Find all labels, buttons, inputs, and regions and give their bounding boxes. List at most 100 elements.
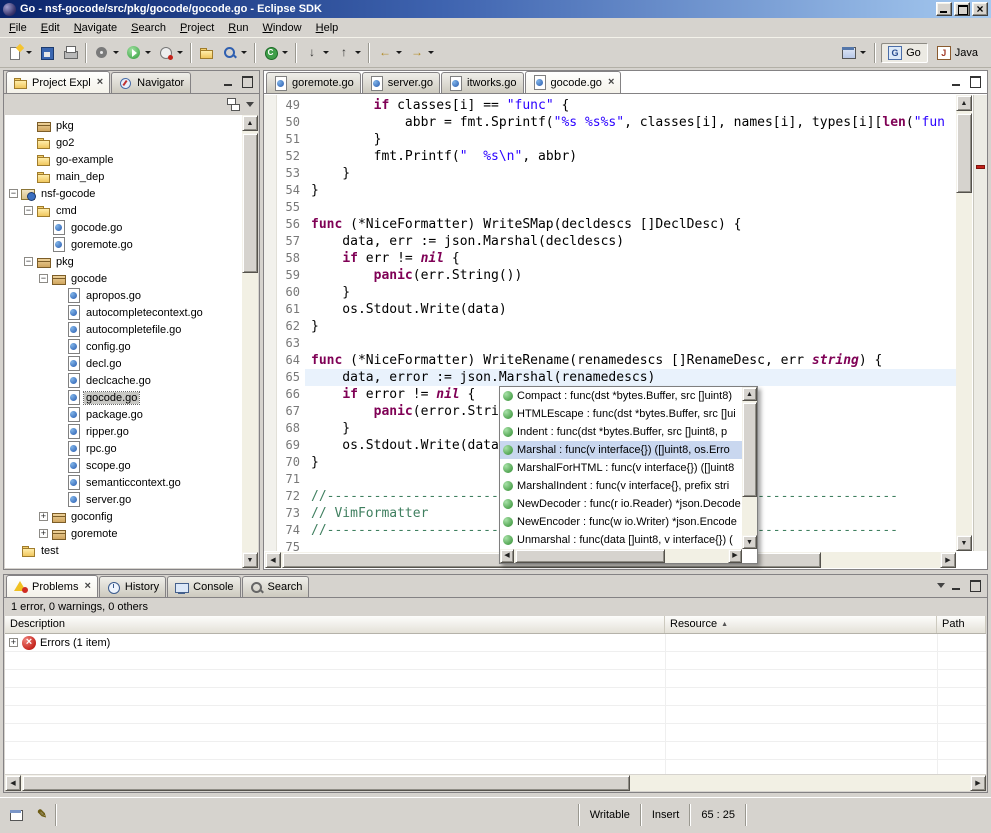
tree-item-nsf-gocode[interactable]: −nsf-gocode (5, 185, 242, 202)
scroll-left-icon[interactable]: ◀ (5, 775, 21, 791)
completion-item-8[interactable]: Unmarshal : func(data []uint8, v interfa… (500, 531, 742, 549)
scroll-right-icon[interactable]: ▶ (970, 775, 986, 791)
editor-tab-itworks-go[interactable]: itworks.go (441, 72, 524, 93)
editor-tab-gocode-go[interactable]: gocode.go× (525, 71, 622, 93)
code-line-53[interactable]: } (305, 165, 956, 182)
tree-item-declcache-go[interactable]: declcache.go (5, 372, 242, 389)
tree-item-autocompletefile-go[interactable]: autocompletefile.go (5, 321, 242, 338)
scroll-up-icon[interactable]: ▲ (242, 115, 258, 131)
new-wizard-button[interactable] (4, 41, 35, 65)
scroll-up-icon[interactable]: ▲ (742, 387, 757, 401)
previous-annotation-button[interactable]: ↑ (333, 41, 364, 65)
expander-plus-icon[interactable]: + (39, 512, 48, 521)
code-line-56[interactable]: func (*NiceFormatter) WriteSMap(decldesc… (305, 216, 956, 233)
menu-item-run[interactable]: Run (221, 20, 255, 36)
expander-minus-icon[interactable]: − (39, 274, 48, 283)
tree-item-cmd[interactable]: −cmd (5, 202, 242, 219)
run-button[interactable] (123, 41, 154, 65)
overview-ruler[interactable] (973, 95, 987, 551)
view-tab-project-expl[interactable]: Project Expl× (6, 71, 110, 93)
tree-item-decl-go[interactable]: decl.go (5, 355, 242, 372)
tree-item-ripper-go[interactable]: ripper.go (5, 423, 242, 440)
column-header-resource[interactable]: Resource▲ (665, 616, 937, 633)
expander-minus-icon[interactable]: − (9, 189, 18, 198)
completion-item-7[interactable]: NewEncoder : func(w io.Writer) *json.Enc… (500, 513, 742, 531)
tree-item-rpc-go[interactable]: rpc.go (5, 440, 242, 457)
menu-item-window[interactable]: Window (255, 20, 308, 36)
code-line-58[interactable]: if err != nil { (305, 250, 956, 267)
dropdown-arrow-icon[interactable] (323, 51, 329, 54)
problems-horizontal-scrollbar[interactable]: ◀ ▶ (5, 775, 986, 791)
column-header-path[interactable]: Path (937, 616, 986, 633)
titlebar[interactable]: Go - nsf-gocode/src/pkg/gocode/gocode.go… (0, 0, 991, 18)
view-tab-navigator[interactable]: Navigator (111, 72, 191, 93)
save-button[interactable] (36, 41, 58, 65)
new-class-button[interactable] (260, 41, 291, 65)
trim-pencil-button[interactable]: ✎ (31, 806, 53, 824)
scroll-right-icon[interactable]: ▶ (728, 549, 742, 563)
code-line-54[interactable]: } (305, 182, 956, 199)
tree-item-scope-go[interactable]: scope.go (5, 457, 242, 474)
problems-tab-problems[interactable]: Problems× (6, 575, 98, 597)
perspective-go-button[interactable]: Go (881, 43, 928, 63)
tree-item-gocode[interactable]: −gocode (5, 270, 242, 287)
tree-item-test[interactable]: test (5, 542, 242, 559)
minimize-view-icon[interactable] (949, 74, 966, 89)
tree-item-go2[interactable]: go2 (5, 134, 242, 151)
scroll-thumb[interactable] (242, 133, 258, 273)
code-line-51[interactable]: } (305, 131, 956, 148)
close-icon[interactable]: × (82, 581, 90, 592)
code-line-60[interactable]: } (305, 284, 956, 301)
problems-tab-console[interactable]: Console (167, 576, 240, 597)
completion-horizontal-scrollbar[interactable]: ◀ ▶ (500, 549, 742, 563)
dropdown-arrow-icon[interactable] (241, 51, 247, 54)
code-line-63[interactable] (305, 335, 956, 352)
tree-item-gocode-go[interactable]: gocode.go (5, 389, 242, 406)
tree-item-pkg[interactable]: −pkg (5, 253, 242, 270)
tree-item-pkg[interactable]: pkg (5, 117, 242, 134)
tree-item-package-go[interactable]: package.go (5, 406, 242, 423)
problems-row-errors-1-item-[interactable]: +Errors (1 item) (5, 634, 986, 652)
tree-item-go-example[interactable]: go-example (5, 151, 242, 168)
dropdown-arrow-icon[interactable] (428, 51, 434, 54)
dropdown-arrow-icon[interactable] (26, 51, 32, 54)
scroll-thumb[interactable] (515, 549, 665, 563)
maximize-view-icon[interactable] (967, 578, 984, 593)
scroll-thumb[interactable] (22, 775, 630, 791)
view-menu-icon[interactable] (937, 583, 945, 588)
menu-item-navigate[interactable]: Navigate (67, 20, 124, 36)
code-line-50[interactable]: abbr = fmt.Sprintf("%s %s%s", classes[i]… (305, 114, 956, 131)
close-button[interactable] (972, 2, 988, 16)
collapse-all-icon[interactable] (226, 97, 240, 111)
editor-tab-goremote-go[interactable]: goremote.go (266, 72, 361, 93)
scroll-down-icon[interactable]: ▼ (742, 535, 757, 549)
code-line-62[interactable]: } (305, 318, 956, 335)
scroll-up-icon[interactable]: ▲ (956, 95, 972, 111)
tree-item-config-go[interactable]: config.go (5, 338, 242, 355)
tree-item-apropos-go[interactable]: apropos.go (5, 287, 242, 304)
editor-tab-server-go[interactable]: server.go (362, 72, 440, 93)
scroll-thumb[interactable] (956, 113, 972, 193)
next-annotation-button[interactable]: ↓ (301, 41, 332, 65)
code-line-55[interactable] (305, 199, 956, 216)
code-line-49[interactable]: if classes[i] == "func" { (305, 97, 956, 114)
close-icon[interactable]: × (95, 77, 103, 88)
code-line-64[interactable]: func (*NiceFormatter) WriteRename(rename… (305, 352, 956, 369)
close-icon[interactable]: × (606, 77, 614, 88)
completion-item-4[interactable]: MarshalForHTML : func(v interface{}) ([]… (500, 459, 742, 477)
code-line-61[interactable]: os.Stdout.Write(data) (305, 301, 956, 318)
tree-scrollbar[interactable]: ▲ ▼ (242, 115, 258, 568)
completion-item-6[interactable]: NewDecoder : func(r io.Reader) *json.Dec… (500, 495, 742, 513)
restore-button[interactable] (954, 2, 970, 16)
tree-item-goremote-go[interactable]: goremote.go (5, 236, 242, 253)
menu-item-project[interactable]: Project (173, 20, 221, 36)
minimize-button[interactable] (936, 2, 952, 16)
dropdown-arrow-icon[interactable] (396, 51, 402, 54)
completion-item-5[interactable]: MarshalIndent : func(v interface{}, pref… (500, 477, 742, 495)
completion-item-0[interactable]: Compact : func(dst *bytes.Buffer, src []… (500, 387, 742, 405)
code-line-57[interactable]: data, err := json.Marshal(decldescs) (305, 233, 956, 250)
expander-plus-icon[interactable]: + (39, 529, 48, 538)
dropdown-arrow-icon[interactable] (113, 51, 119, 54)
completion-item-2[interactable]: Indent : func(dst *bytes.Buffer, src []u… (500, 423, 742, 441)
run-last-launched-button[interactable] (155, 41, 186, 65)
